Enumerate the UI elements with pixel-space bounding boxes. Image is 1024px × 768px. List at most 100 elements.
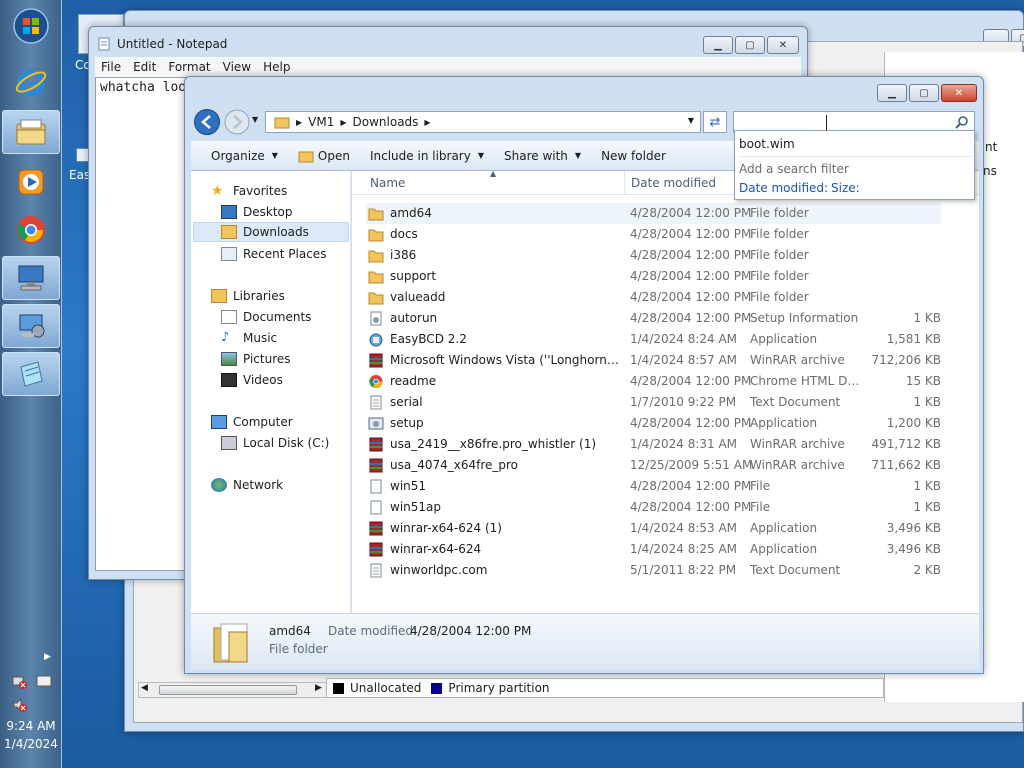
column-header-date-modified[interactable]: Date modified <box>631 176 716 190</box>
file-row-valueadd[interactable]: valueadd 4/28/2004 12:00 PM File folder <box>366 287 941 308</box>
scroll-left-arrow-icon[interactable]: ◀ <box>141 683 148 693</box>
explorer-maximize-button[interactable]: ▢ <box>909 84 939 102</box>
nav-computer[interactable]: Computer <box>211 412 293 432</box>
breadcrumb-separator-icon[interactable]: ▶ <box>340 118 346 127</box>
file-row-readme[interactable]: readme 4/28/2004 12:00 PM Chrome HTML Do..… <box>366 371 941 392</box>
file-row-amd64[interactable]: amd64 4/28/2004 12:00 PM File folder <box>366 203 941 224</box>
breadcrumb-vm1[interactable]: VM1 <box>308 115 334 129</box>
file-size: 15 KB <box>905 374 941 388</box>
file-name: autorun <box>390 311 438 325</box>
menu-help[interactable]: Help <box>263 60 290 74</box>
file-row-easybcd-2-2[interactable]: EasyBCD 2.2 1/4/2024 8:24 AM Application 1,… <box>366 329 941 350</box>
legend-unallocated: Unallocated <box>350 681 422 695</box>
taskbar-system-tool[interactable] <box>2 304 60 348</box>
share-with-button[interactable]: Share with ▼ <box>504 149 581 163</box>
taskbar-chrome[interactable] <box>2 208 60 252</box>
search-icon[interactable] <box>955 115 969 129</box>
recent-pages-chevron-down-icon[interactable]: ▼ <box>252 115 258 124</box>
file-size: 711,662 KB <box>871 458 941 472</box>
chevron-down-icon: ▼ <box>574 151 582 160</box>
taskbar-notepad[interactable] <box>2 352 60 396</box>
menu-edit[interactable]: Edit <box>133 60 156 74</box>
menu-view[interactable]: View <box>223 60 251 74</box>
volume-muted-icon[interactable] <box>12 697 28 713</box>
file-row-win51[interactable]: win51 4/28/2004 12:00 PM File 1 KB <box>366 476 941 497</box>
taskbar-windows-explorer[interactable] <box>2 110 60 154</box>
new-folder-button[interactable]: New folder <box>601 149 666 163</box>
file-row-support[interactable]: support 4/28/2004 12:00 PM File folder <box>366 266 941 287</box>
column-header-name[interactable]: Name <box>370 176 405 190</box>
taskbar-media-player[interactable] <box>2 160 60 204</box>
file-row-winrar-x64-624-1[interactable]: winrar-x64-624 (1) 1/4/2024 8:53 AM Applic… <box>366 518 941 539</box>
nav-network[interactable]: Network <box>211 475 283 495</box>
notepad-minimize-button[interactable]: ▁ <box>703 36 733 54</box>
nav-libraries[interactable]: Libraries <box>211 286 285 306</box>
address-bar[interactable]: ▶ VM1 ▶ Downloads ▶ ▼ <box>265 111 701 133</box>
nav-downloads[interactable]: Downloads <box>193 222 349 242</box>
file-date-modified: 4/28/2004 12:00 PM <box>630 374 752 388</box>
nav-pictures-label: Pictures <box>243 352 291 366</box>
file-name: win51 <box>390 479 427 493</box>
nav-recent-places[interactable]: Recent Places <box>221 244 326 264</box>
breadcrumb-separator-icon[interactable]: ▶ <box>424 118 430 127</box>
breadcrumb-downloads[interactable]: Downloads <box>353 115 419 129</box>
filter-size[interactable]: Size: <box>831 181 860 195</box>
refresh-button[interactable]: ⇄ <box>703 111 727 133</box>
menu-file[interactable]: File <box>101 60 121 74</box>
file-type: File folder <box>750 269 809 283</box>
disk-horizontal-scrollbar[interactable]: ◀ ▶ <box>138 682 328 698</box>
nav-local-disk[interactable]: Local Disk (C:) <box>221 433 329 453</box>
file-size: 491,712 KB <box>871 437 941 451</box>
file-row-i386[interactable]: i386 4/28/2004 12:00 PM File folder <box>366 245 941 266</box>
file-row-microsoft-windows-vista-longhorn-6[interactable]: Microsoft Windows Vista (''Longhorn'' 6.… <box>366 350 941 371</box>
file-row-serial[interactable]: serial 1/7/2010 9:22 PM Text Document 1 KB <box>366 392 941 413</box>
nav-network-label: Network <box>233 478 284 492</box>
file-row-docs[interactable]: docs 4/28/2004 12:00 PM File folder <box>366 224 941 245</box>
network-error-icon[interactable] <box>12 674 28 690</box>
nav-documents[interactable]: Documents <box>221 307 311 327</box>
file-row-winrar-x64-624[interactable]: winrar-x64-624 1/4/2024 8:25 AM Applicatio… <box>366 539 941 560</box>
nav-videos[interactable]: Videos <box>221 370 283 390</box>
file-row-setup[interactable]: setup 4/28/2004 12:00 PM Application 1,200 … <box>366 413 941 434</box>
nav-desktop[interactable]: Desktop <box>221 202 293 222</box>
back-button-icon[interactable] <box>193 108 221 136</box>
display-tray-icon[interactable] <box>36 674 52 690</box>
file-date-modified: 1/4/2024 8:31 AM <box>630 437 738 451</box>
folder-icon <box>368 248 384 263</box>
taskbar-computer-management[interactable] <box>2 256 60 300</box>
start-button[interactable] <box>2 4 60 48</box>
address-dropdown-chevron-down-icon[interactable]: ▼ <box>688 116 694 125</box>
file-row-winworldpc-com[interactable]: winworldpc.com 5/1/2011 8:22 PM Text Docum… <box>366 560 941 581</box>
taskbar-internet-explorer[interactable] <box>2 60 60 104</box>
file-row-usa-4074-x64fre-pro[interactable]: usa_4074_x64fre_pro 12/25/2009 5:51 AM Win… <box>366 455 941 476</box>
search-input[interactable] <box>736 114 946 130</box>
explorer-close-button[interactable]: ✕ <box>941 84 977 102</box>
notepad-close-button[interactable]: ✕ <box>767 36 799 54</box>
taskbar-clock[interactable]: 9:24 AM 1/4/2024 <box>0 717 62 753</box>
scroll-right-arrow-icon[interactable]: ▶ <box>315 683 322 693</box>
breadcrumb-separator-icon[interactable]: ▶ <box>296 118 302 127</box>
nav-pictures[interactable]: Pictures <box>221 349 291 369</box>
filter-date-modified[interactable]: Date modified: <box>739 181 828 195</box>
forward-button-icon[interactable] <box>223 108 251 136</box>
recent-places-icon <box>221 247 237 261</box>
show-hidden-icons-arrow[interactable]: ▶ <box>44 652 51 662</box>
file-size: 3,496 KB <box>886 542 941 556</box>
search-suggestion-item[interactable]: boot.wim <box>739 137 795 151</box>
column-divider[interactable] <box>624 171 625 195</box>
file-type: File folder <box>750 290 809 304</box>
file-row-autorun[interactable]: autorun 4/28/2004 12:00 PM Setup Informati… <box>366 308 941 329</box>
explorer-minimize-button[interactable]: ▁ <box>877 84 907 102</box>
organize-button[interactable]: Organize ▼ <box>211 149 278 163</box>
file-row-usa-2419-x86fre-pro-whistler-1[interactable]: usa_2419__x86fre.pro_whistler (1) 1/4/202… <box>366 434 941 455</box>
menu-format[interactable]: Format <box>168 60 210 74</box>
include-in-library-button[interactable]: Include in library ▼ <box>370 149 484 163</box>
nav-favorites[interactable]: ★ Favorites <box>211 181 287 201</box>
scroll-thumb[interactable] <box>159 685 297 695</box>
open-button[interactable]: Open <box>298 149 350 163</box>
nav-music[interactable]: ♪ Music <box>221 328 277 348</box>
folder-library-icon <box>16 119 46 145</box>
file-row-win51ap[interactable]: win51ap 4/28/2004 12:00 PM File 1 KB <box>366 497 941 518</box>
notepad-maximize-button[interactable]: ▢ <box>735 36 765 54</box>
file-name: amd64 <box>390 206 432 220</box>
